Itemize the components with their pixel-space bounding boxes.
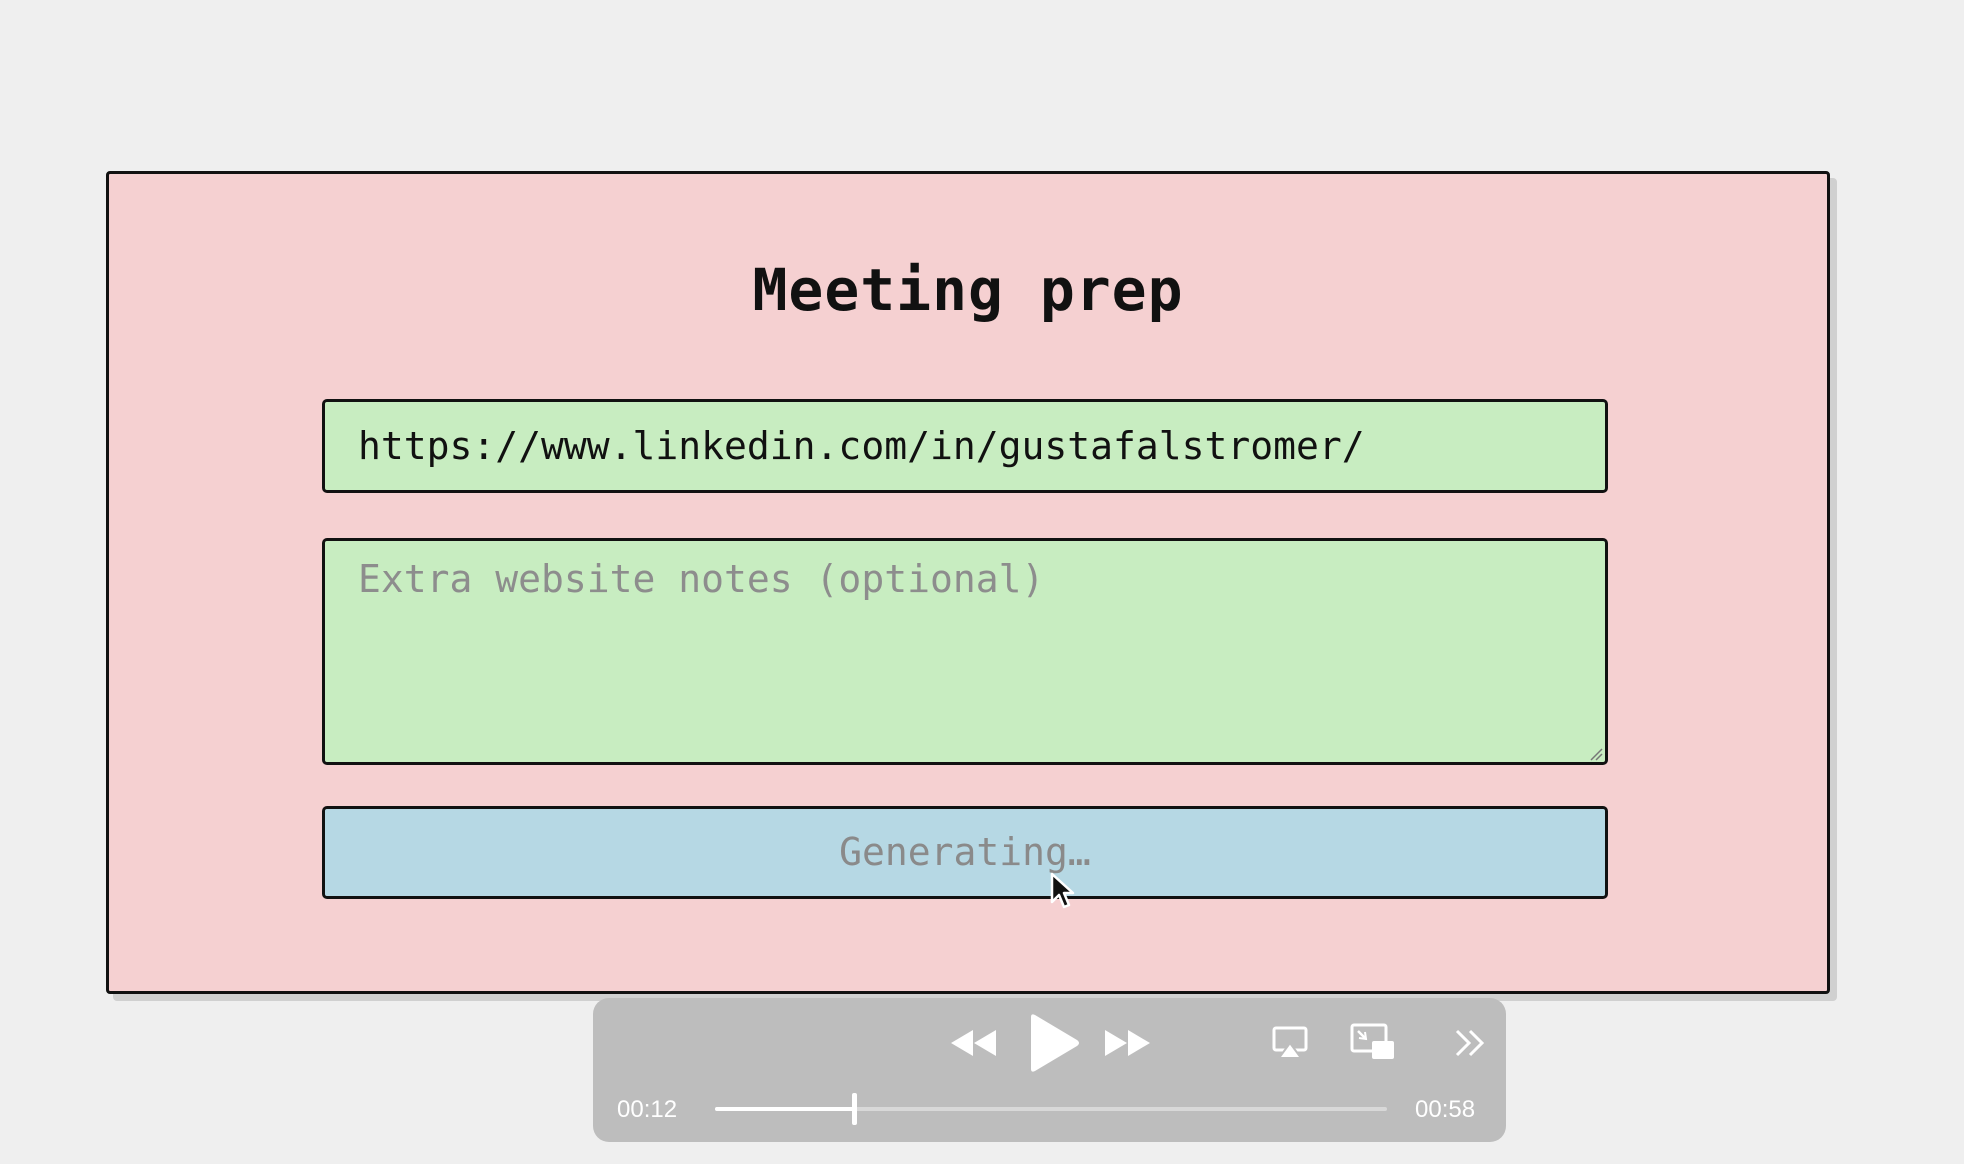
generate-button[interactable]: Generating…: [322, 806, 1608, 899]
current-time: 00:12: [617, 1096, 678, 1123]
progress-track[interactable]: [715, 1093, 1387, 1125]
meeting-prep-card: Meeting prep https://www.linkedin.com/in…: [106, 171, 1830, 994]
picture-in-picture-icon[interactable]: [1350, 1023, 1396, 1063]
more-icon[interactable]: [1453, 1028, 1487, 1058]
play-icon[interactable]: [1025, 1013, 1081, 1073]
resize-handle-icon[interactable]: [1589, 747, 1603, 761]
airplay-icon[interactable]: [1272, 1026, 1308, 1060]
progress-fill: [715, 1107, 854, 1111]
total-time: 00:58: [1415, 1096, 1476, 1123]
website-notes-textarea[interactable]: Extra website notes (optional): [322, 538, 1608, 765]
video-player-controls: 00:12 00:58: [593, 998, 1506, 1142]
rewind-icon[interactable]: [949, 1026, 999, 1060]
scrubber-handle[interactable]: [852, 1093, 857, 1125]
page-title: Meeting prep: [752, 256, 1184, 324]
fast-forward-icon[interactable]: [1102, 1026, 1152, 1060]
mouse-cursor-icon: [1050, 872, 1075, 909]
linkedin-url-input[interactable]: https://www.linkedin.com/in/gustafalstro…: [322, 399, 1608, 493]
